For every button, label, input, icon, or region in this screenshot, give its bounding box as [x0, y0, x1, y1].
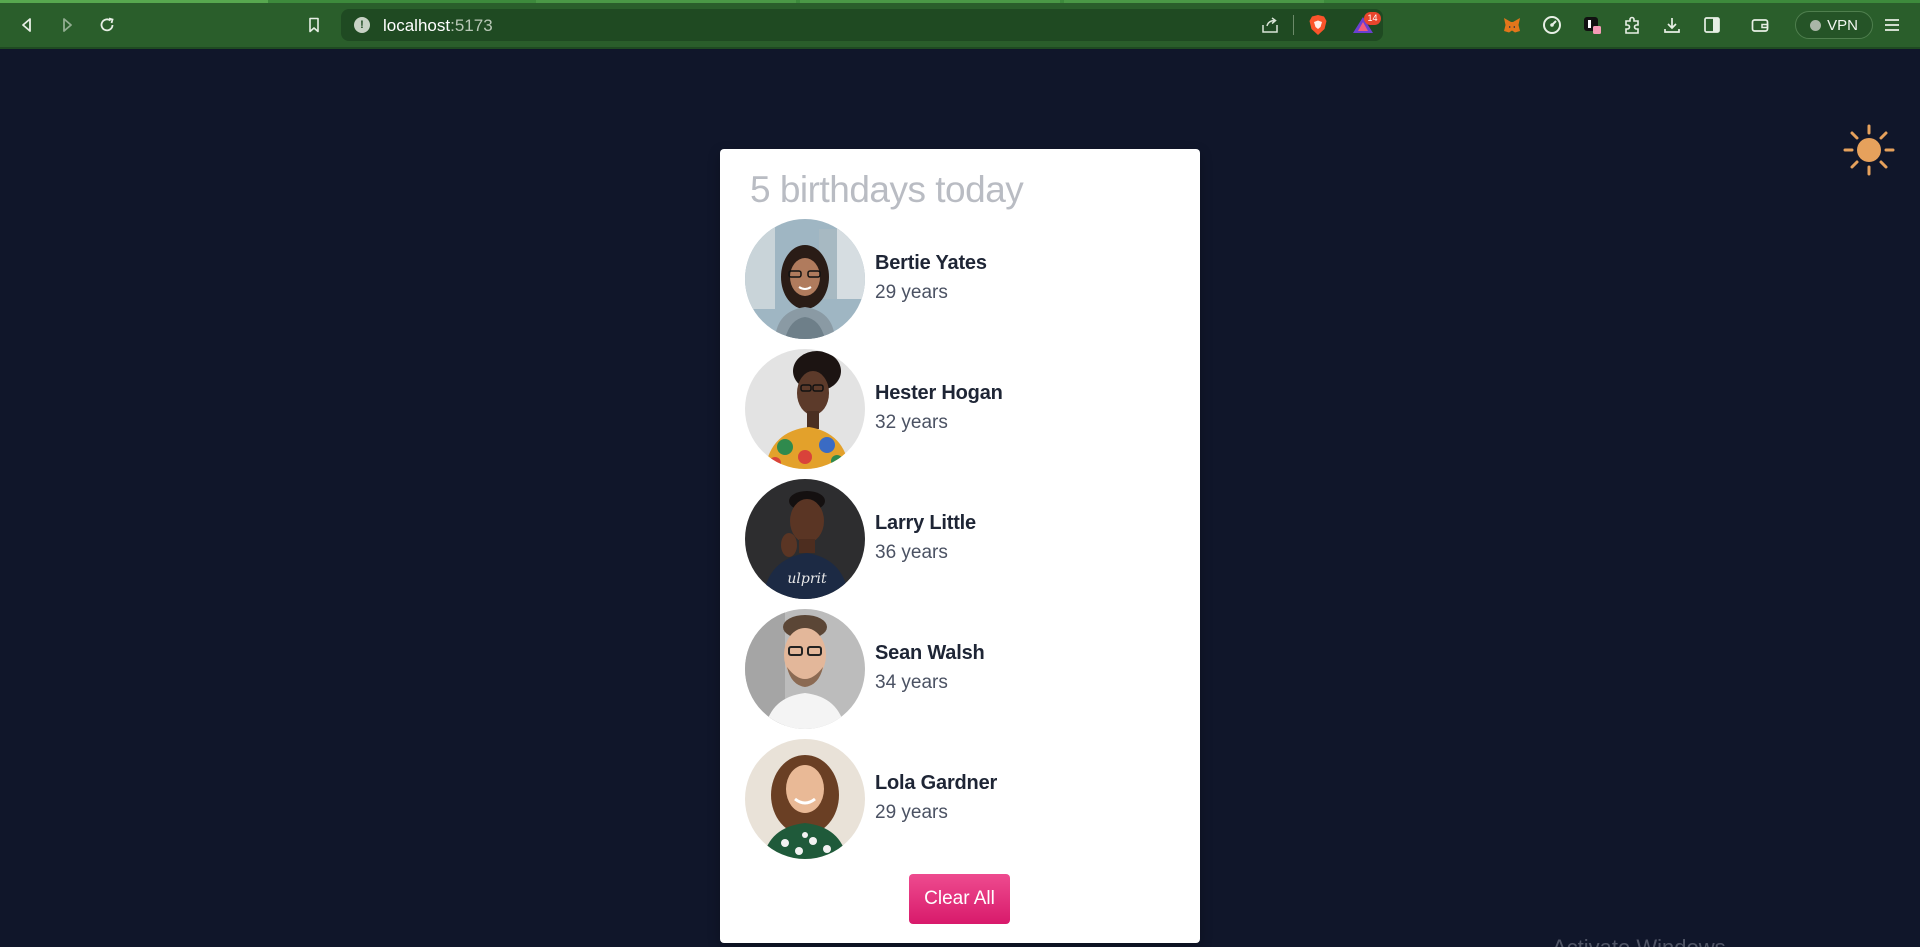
person-age: 32 years — [875, 412, 948, 433]
birthday-card: 5 birthdays today Bertie Yates 29 years — [720, 149, 1200, 943]
tab-indicator[interactable] — [536, 0, 796, 3]
list-item: Hester Hogan 32 years — [745, 349, 1175, 469]
windows-watermark: Activate Windows — [1552, 935, 1726, 947]
extensions-puzzle-icon[interactable] — [1621, 14, 1643, 36]
person-name: Lola Gardner — [875, 772, 998, 794]
avatar — [745, 609, 865, 729]
person-name: Hester Hogan — [875, 382, 1003, 404]
list-item: Lola Gardner 29 years — [745, 739, 1175, 859]
vpn-button[interactable]: VPN — [1795, 11, 1873, 39]
person-age: 36 years — [875, 542, 948, 563]
info-icon[interactable]: ! — [354, 17, 370, 33]
person-name: Sean Walsh — [875, 642, 985, 664]
url-text[interactable]: localhost:5173 — [383, 16, 493, 36]
url-port: :5173 — [450, 16, 493, 35]
vpn-label: VPN — [1827, 16, 1858, 34]
bookmark-icon[interactable] — [301, 12, 327, 38]
wallet-icon[interactable] — [1749, 14, 1771, 36]
rewards-badge: 14 — [1364, 12, 1381, 25]
brave-shield-icon[interactable] — [1308, 14, 1328, 36]
vpn-status-icon — [1810, 19, 1822, 31]
sidebar-icon[interactable] — [1701, 14, 1723, 36]
tab-strip — [0, 0, 1920, 3]
metamask-icon[interactable] — [1501, 14, 1523, 36]
reload-icon[interactable] — [94, 12, 120, 38]
back-icon[interactable] — [14, 12, 40, 38]
person-age: 34 years — [875, 672, 948, 693]
share-icon[interactable] — [1260, 16, 1280, 34]
active-tab-indicator[interactable] — [0, 0, 268, 3]
avatar: ulprit — [745, 479, 865, 599]
forward-icon[interactable] — [54, 12, 80, 38]
list-item: ulprit Larry Little 36 years — [745, 479, 1175, 599]
browser-toolbar: ! localhost:5173 14 VPN — [0, 0, 1920, 49]
person-name: Larry Little — [875, 512, 976, 534]
svg-text:ulprit: ulprit — [787, 571, 827, 587]
avatar — [745, 349, 865, 469]
theme-toggle-sun-icon[interactable] — [1843, 124, 1895, 176]
url-host: localhost — [383, 16, 451, 35]
list-item: Bertie Yates 29 years — [745, 219, 1175, 339]
clear-all-button[interactable]: Clear All — [909, 874, 1010, 924]
tab-indicator[interactable] — [1064, 0, 1324, 3]
avatar — [745, 739, 865, 859]
speedometer-icon[interactable] — [1541, 14, 1563, 36]
toolbar-border — [0, 47, 1920, 49]
menu-icon[interactable] — [1881, 14, 1903, 36]
list-item: Sean Walsh 34 years — [745, 609, 1175, 729]
person-age: 29 years — [875, 282, 948, 303]
person-age: 29 years — [875, 802, 948, 823]
url-divider — [1293, 15, 1294, 35]
extension-dev-icon[interactable] — [1581, 14, 1603, 36]
avatar — [745, 219, 865, 339]
address-bar[interactable]: ! localhost:5173 14 — [341, 9, 1383, 41]
page-title: 5 birthdays today — [750, 169, 1024, 210]
download-icon[interactable] — [1661, 14, 1683, 36]
tab-indicator[interactable] — [800, 0, 1060, 3]
person-name: Bertie Yates — [875, 252, 987, 274]
